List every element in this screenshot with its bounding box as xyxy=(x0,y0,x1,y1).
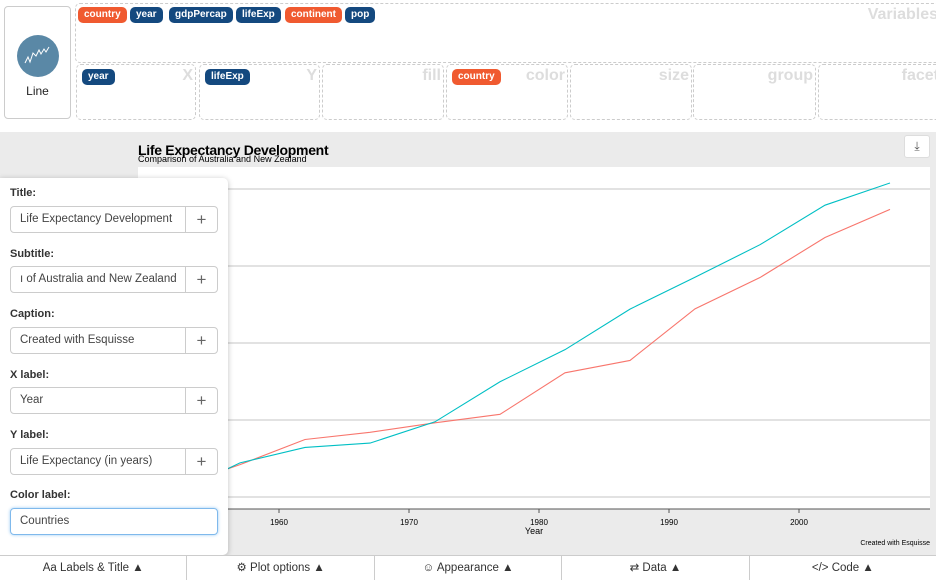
tab-appearance[interactable]: ☺ Appearance ▲ xyxy=(375,556,563,580)
tab-label: Plot options ▲ xyxy=(250,562,325,574)
x-axis-title: Year xyxy=(525,526,543,536)
ylabel-input[interactable]: Life Expectancy (in years) xyxy=(11,449,185,474)
text-icon: Aa xyxy=(42,562,57,574)
bottom-tabs: Aa Labels & Title ▲ ⚙ Plot options ▲ ☺ A… xyxy=(0,555,936,580)
title-input[interactable]: Life Expectancy Development xyxy=(11,207,185,232)
colorlabel-field[interactable]: Countries xyxy=(10,508,218,535)
x-tick-label: 1990 xyxy=(660,518,678,527)
x-tick-label: 1960 xyxy=(270,518,288,527)
subtitle-field-label: Subtitle: xyxy=(10,248,54,260)
title-field[interactable]: Life Expectancy Development + xyxy=(10,206,218,233)
subtitle-add-button[interactable]: + xyxy=(185,267,217,292)
title-field-label: Title: xyxy=(10,187,37,199)
colorlabel-input[interactable]: Countries xyxy=(11,509,217,534)
x-tick-label: 2000 xyxy=(790,518,808,527)
tab-data[interactable]: ⇄ Data ▲ xyxy=(562,556,750,580)
sliders-icon: ⇄ xyxy=(629,562,640,574)
xlabel-input[interactable]: Year xyxy=(11,388,185,413)
ylabel-field-label: Y label: xyxy=(10,429,49,441)
xlabel-field-label: X label: xyxy=(10,369,50,381)
tab-label: Code ▲ xyxy=(831,562,874,574)
caption-add-button[interactable]: + xyxy=(185,328,217,353)
tab-labels-title[interactable]: Aa Labels & Title ▲ xyxy=(0,556,188,580)
x-tick-label: 1970 xyxy=(400,518,418,527)
palette-icon: ☺ xyxy=(422,562,435,574)
subtitle-input[interactable]: ı of Australia and New Zealand xyxy=(11,267,185,292)
code-icon: </> xyxy=(811,562,829,574)
title-add-button[interactable]: + xyxy=(185,207,217,232)
tab-label: Labels & Title ▲ xyxy=(60,562,144,574)
gear-icon: ⚙ xyxy=(236,562,247,574)
ylabel-field[interactable]: Life Expectancy (in years) + xyxy=(10,448,218,475)
tab-plot-options[interactable]: ⚙ Plot options ▲ xyxy=(187,556,375,580)
tab-code[interactable]: </> Code ▲ xyxy=(750,556,936,580)
ylabel-add-button[interactable]: + xyxy=(185,449,217,474)
colorlabel-field-label: Color label: xyxy=(10,489,71,501)
subtitle-field[interactable]: ı of Australia and New Zealand + xyxy=(10,266,218,293)
caption-input[interactable]: Created with Esquisse xyxy=(11,328,185,353)
xlabel-field[interactable]: Year + xyxy=(10,387,218,414)
caption-field-label: Caption: xyxy=(10,308,55,320)
labels-title-panel: Title: Life Expectancy Development + Subt… xyxy=(0,178,228,555)
xlabel-add-button[interactable]: + xyxy=(185,388,217,413)
tab-label: Appearance ▲ xyxy=(436,562,514,574)
chart-caption: Created with Esquisse xyxy=(860,540,930,547)
tab-label: Data ▲ xyxy=(642,562,682,574)
caption-field[interactable]: Created with Esquisse + xyxy=(10,327,218,354)
